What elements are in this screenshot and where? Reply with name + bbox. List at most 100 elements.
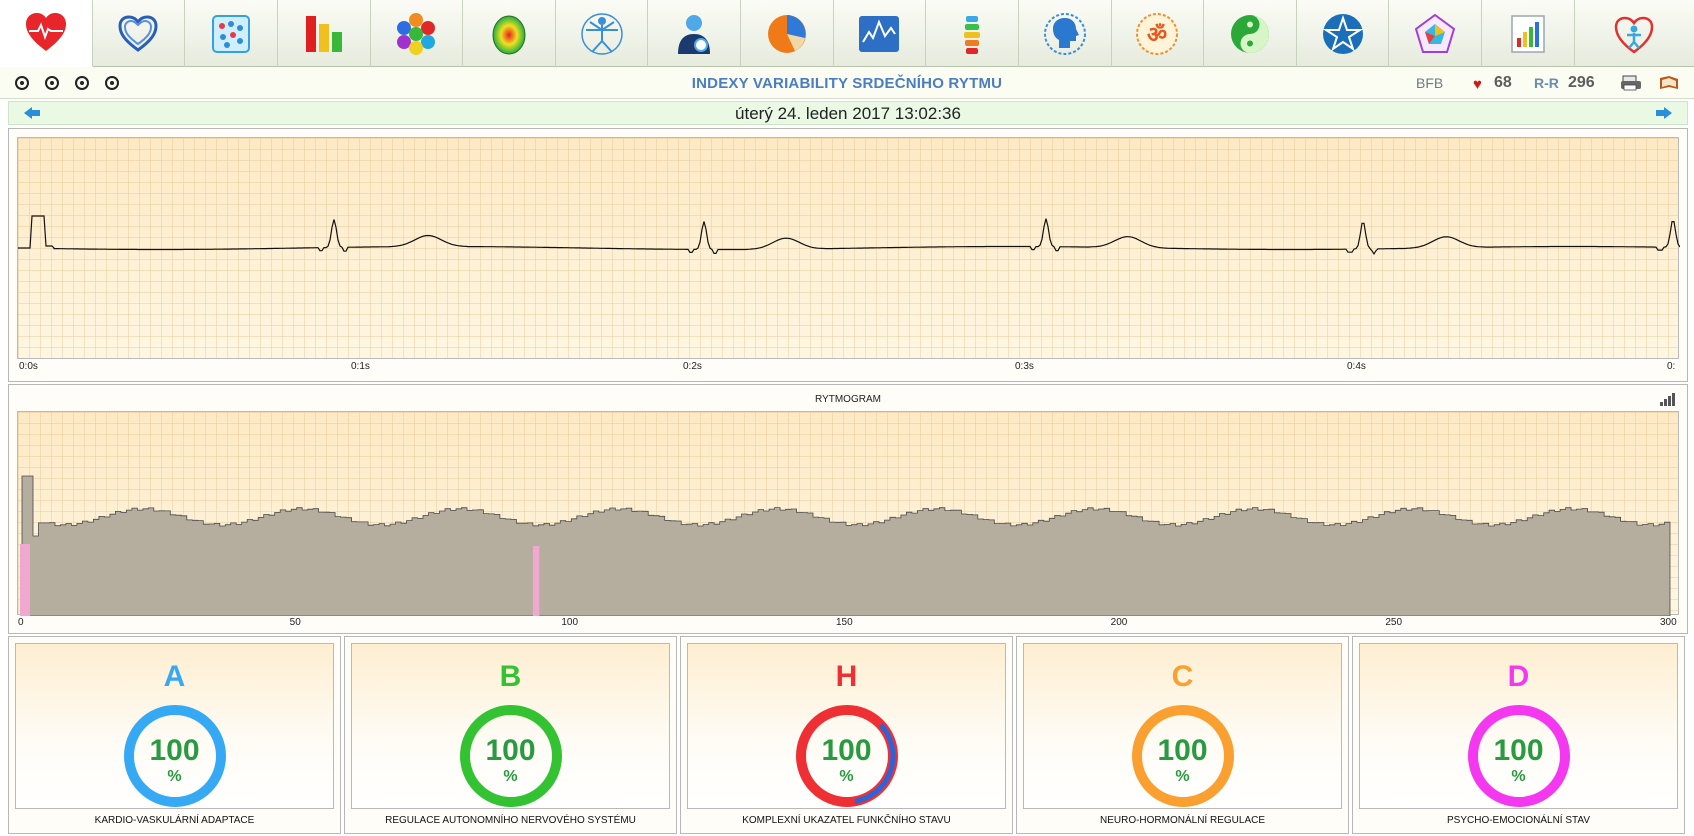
ecg-panel: 0:0s 0:1s 0:2s 0:3s 0:4s 0:: [8, 128, 1688, 382]
tab-star[interactable]: [1297, 0, 1390, 67]
tab-heart-outline[interactable]: [93, 0, 186, 67]
rytmogram-tick-label: 250: [1385, 617, 1403, 628]
rytmogram-tick-label: 50: [289, 617, 301, 628]
rr-value: 296: [1568, 74, 1595, 91]
book-icon[interactable]: [1658, 75, 1680, 91]
artifact-marker: [20, 544, 30, 616]
brain-map-icon: [492, 15, 526, 54]
gauge-letter: B: [499, 660, 522, 693]
gauge-caption: REGULACE AUTONOMNÍHO NERVOVÉHO SYSTÉMU: [385, 815, 636, 826]
svg-text:ॐ: ॐ: [1147, 23, 1167, 48]
rytmogram-plot-area: [17, 411, 1679, 616]
heart-person-icon: [1615, 16, 1654, 54]
gauge-unit: %: [1175, 768, 1190, 785]
rytmogram-tick-label: 150: [836, 617, 853, 628]
gauge-b[interactable]: B 100% REGULACE AUTONOMNÍHO NERVOVÉHO SYST…: [344, 636, 677, 834]
gauge-d[interactable]: D 100% PSYCHO-EMOCIONÁLNÍ STAV: [1352, 636, 1685, 834]
artifact-marker: [532, 546, 540, 616]
pie-chart-icon: [767, 14, 806, 53]
tab-yin-yang[interactable]: [1204, 0, 1297, 67]
arrow-right-icon[interactable]: [1655, 106, 1673, 120]
gauge-unit: %: [167, 768, 182, 785]
gauge-letter: A: [163, 660, 186, 693]
rytmogram-title: RYTMOGRAM: [815, 394, 881, 405]
tab-dots-grid[interactable]: [185, 0, 278, 67]
tab-brain-map[interactable]: [463, 0, 556, 67]
gauge-letter: C: [1171, 660, 1194, 693]
gauge-c[interactable]: C 100% NEURO-HORMONÁLNÍ REGULACE: [1016, 636, 1349, 834]
gauge-caption: KARDIO-VASKULÁRNÍ ADAPTACE: [94, 815, 255, 826]
gauge-unit: %: [839, 768, 854, 785]
date-bar: úterý 24. leden 2017 13:02:36: [8, 101, 1688, 125]
gauge-letter: H: [835, 660, 858, 693]
control-bar: INDEXY VARIABILITY SRDEČNÍHO RYTMU BFB ♥…: [0, 67, 1694, 99]
gauge-box: D 100%: [1359, 643, 1678, 809]
gauge-box: B 100%: [351, 643, 670, 809]
ecg-tick-label: 0:1s: [351, 361, 370, 372]
gauge-a[interactable]: A 100% KARDIO-VASKULÁRNÍ ADAPTACE: [8, 636, 341, 834]
gauge-value: 100: [485, 734, 536, 767]
rytmogram-tick-label: 200: [1110, 617, 1128, 628]
gauge-value: 100: [1157, 734, 1208, 767]
om-symbol-icon: ॐ: [1136, 12, 1179, 55]
tab-hexagon-cluster[interactable]: [371, 0, 464, 67]
tab-spine[interactable]: [926, 0, 1019, 67]
tab-bar-chart[interactable]: [278, 0, 371, 67]
rytmogram-tick-label: 100: [561, 617, 579, 628]
ecg-tick-label: 0:: [1667, 361, 1676, 372]
tab-heart-rate-variability[interactable]: [0, 0, 93, 67]
gauge-box: H 100%: [687, 643, 1006, 809]
gauge-h[interactable]: H 100% KOMPLEXNÍ UKAZATEL FUNKČNÍHO STAVU: [680, 636, 1013, 834]
tab-line-chart[interactable]: [834, 0, 927, 67]
ecg-plot-area: [17, 137, 1680, 359]
tab-om-symbol[interactable]: ॐ: [1112, 0, 1205, 67]
gauge-value: 100: [821, 734, 872, 767]
tab-vitruvian-man[interactable]: [556, 0, 649, 67]
gauge-caption: NEURO-HORMONÁLNÍ REGULACE: [1099, 815, 1266, 826]
tab-pie-chart[interactable]: [741, 0, 834, 67]
ecg-tick-label: 0:3s: [1015, 361, 1034, 372]
heart-icon: ♥: [1473, 76, 1482, 93]
heart-outline-icon: [118, 14, 158, 52]
gauge-value: 100: [149, 734, 200, 767]
tab-head-profile[interactable]: [1019, 0, 1112, 67]
rytmogram-panel: RYTMOGRAM 0 50 100 150 200 250 300: [8, 384, 1688, 634]
gauge-box: C 100%: [1023, 643, 1342, 809]
dots-grid-icon: [212, 14, 251, 53]
module-tabbar: ॐ: [0, 0, 1694, 67]
tab-person-avatar[interactable]: [648, 0, 741, 67]
report-chart-icon: [1511, 14, 1545, 53]
bfb-label[interactable]: BFB: [1416, 75, 1443, 91]
gauge-caption: PSYCHO-EMOCIONÁLNÍ STAV: [1447, 815, 1590, 826]
line-chart-icon: [859, 15, 900, 52]
yin-yang-icon: [1230, 14, 1269, 53]
signal-bars-icon[interactable]: [1659, 391, 1677, 407]
rytmogram-area: [21, 475, 1671, 616]
gauge-box: A 100%: [15, 643, 334, 809]
rytmogram-chart: [20, 475, 1671, 616]
star-icon: [1322, 13, 1363, 54]
rytmogram-tick-label: 300: [1660, 617, 1677, 628]
head-profile-icon: [1043, 12, 1086, 55]
pulse-value: 68: [1494, 74, 1512, 91]
ecg-trace: [18, 215, 1680, 256]
ecg-tick-label: 0:0s: [19, 361, 38, 372]
vitruvian-man-icon: [580, 12, 623, 55]
tab-report-chart[interactable]: [1482, 0, 1575, 67]
person-avatar-icon: [678, 14, 711, 54]
printer-icon[interactable]: [1620, 75, 1642, 91]
hexagon-cluster-icon: [397, 12, 436, 55]
current-date: úterý 24. leden 2017 13:02:36: [735, 104, 961, 123]
tab-heart-person[interactable]: [1575, 0, 1694, 67]
gauge-caption: KOMPLEXNÍ UKAZATEL FUNKČNÍHO STAVU: [742, 815, 951, 826]
ecg-tick-label: 0:2s: [683, 361, 702, 372]
rytmogram-tick-label: 0: [18, 617, 24, 628]
ecg-tick-label: 0:4s: [1347, 361, 1366, 372]
spine-icon: [964, 15, 981, 54]
app-window: ॐ INDEXY VARIABILITY SRDEČNÍHO RYTMU BFB…: [0, 0, 1694, 836]
gauge-unit: %: [503, 768, 518, 785]
gauge-value: 100: [1493, 734, 1544, 767]
gauge-unit: %: [1511, 768, 1526, 785]
tab-pentagon-chart[interactable]: [1389, 0, 1482, 67]
ecg-waveform: [18, 215, 1680, 256]
